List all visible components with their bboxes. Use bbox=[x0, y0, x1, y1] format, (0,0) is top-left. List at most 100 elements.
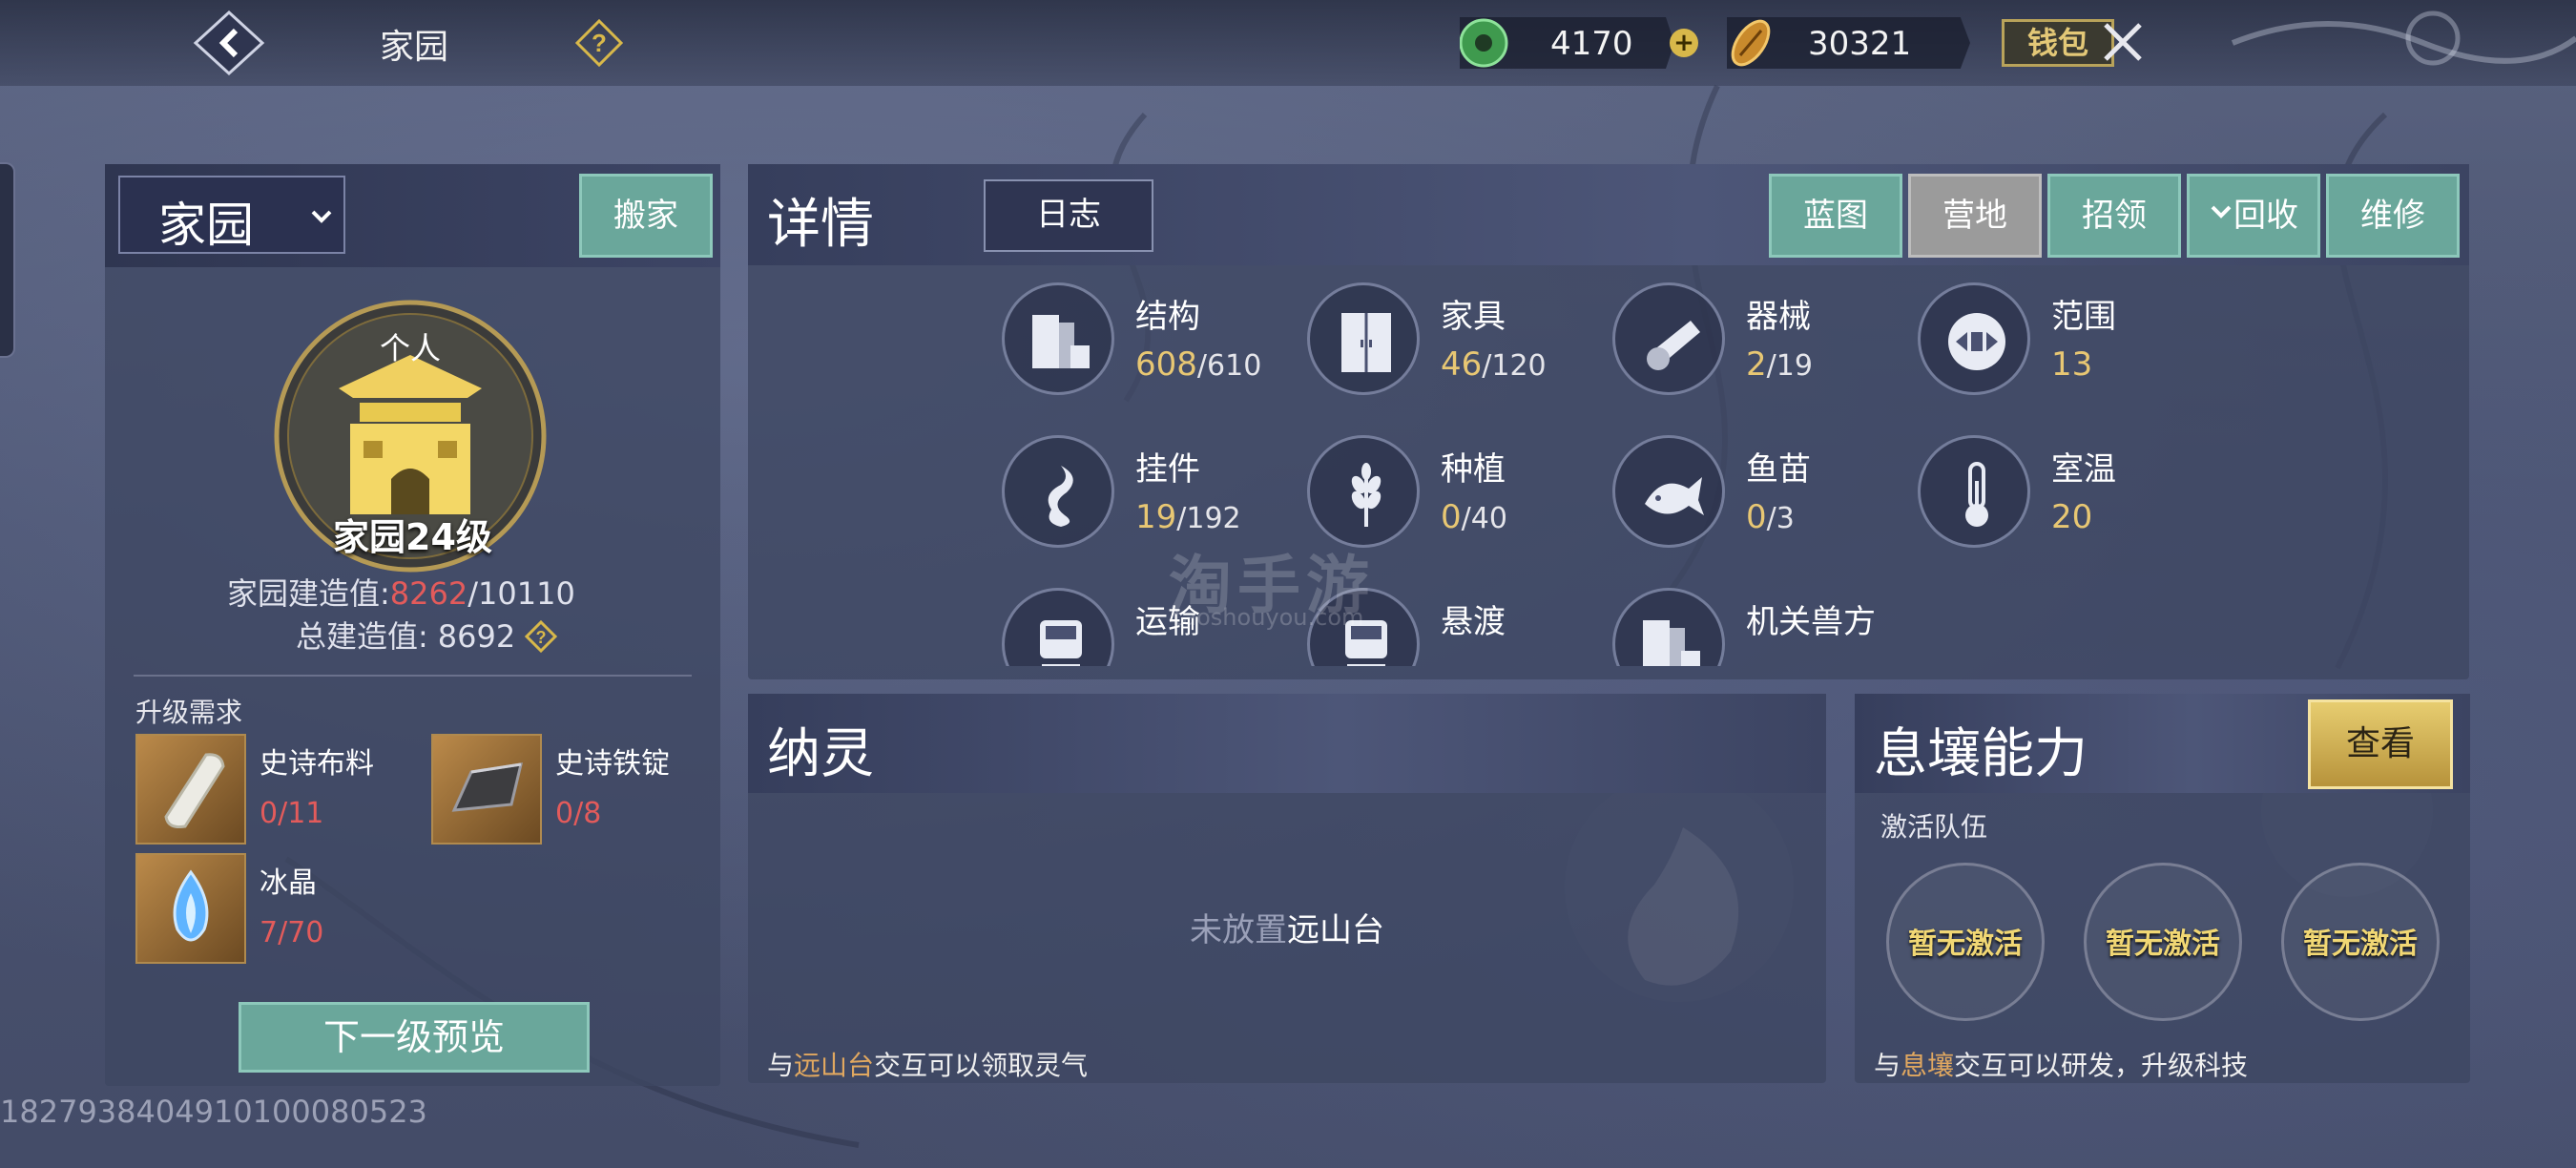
stat-current: 0 bbox=[1746, 498, 1767, 536]
build-value-max: /10110 bbox=[467, 575, 575, 612]
spirit-header: 纳灵 bbox=[748, 694, 1826, 793]
stat-mechanical-beast[interactable]: 机关兽方 bbox=[1612, 588, 1899, 666]
stat-machinery[interactable]: 器械 2/19 bbox=[1612, 282, 1899, 416]
building-blocks-icon bbox=[1643, 620, 1700, 666]
view-button[interactable]: 查看 bbox=[2308, 699, 2453, 789]
side-drawer-handle[interactable] bbox=[0, 162, 15, 358]
team-slot[interactable]: 暂无激活 bbox=[1886, 863, 2045, 1021]
stat-fry[interactable]: 鱼苗 0/3 bbox=[1612, 435, 1899, 569]
hint-prefix: 与 bbox=[1874, 1050, 1901, 1081]
coin-icon bbox=[1727, 17, 1778, 69]
stat-label: 器械 bbox=[1746, 298, 1811, 336]
spirit-empty-message: 未放置远山台 bbox=[748, 904, 1826, 950]
svg-text:?: ? bbox=[536, 628, 547, 647]
active-team-label: 激活队伍 bbox=[1880, 811, 1988, 843]
top-bar: 家园 ? 4170 + 30321 钱包 bbox=[0, 0, 2576, 86]
stat-max: /192 bbox=[1176, 502, 1241, 535]
item-name: 史诗铁锭 bbox=[555, 747, 670, 781]
hint-suffix: 交互可以研发，升级科技 bbox=[1954, 1050, 2249, 1081]
log-button[interactable]: 日志 bbox=[984, 179, 1153, 252]
team-slot[interactable]: 暂无激活 bbox=[2084, 863, 2242, 1021]
team-slot[interactable]: 暂无激活 bbox=[2281, 863, 2440, 1021]
total-build-value: 8692 bbox=[437, 618, 516, 655]
build-value-current: 8262 bbox=[389, 575, 468, 612]
move-home-button[interactable]: 搬家 bbox=[579, 174, 713, 258]
help-button[interactable]: ? bbox=[574, 18, 624, 68]
back-button[interactable] bbox=[191, 10, 267, 76]
stat-range[interactable]: 范围 13 bbox=[1918, 282, 2204, 416]
stat-label: 机关兽方 bbox=[1746, 603, 1876, 641]
stat-label: 挂件 bbox=[1135, 450, 1200, 489]
stat-temperature[interactable]: 室温 20 bbox=[1918, 435, 2204, 569]
stat-label: 室温 bbox=[2051, 450, 2116, 489]
user-id: 1827938404910100080523 bbox=[0, 1094, 427, 1130]
slot-status: 暂无激活 bbox=[2106, 928, 2220, 961]
stat-current: 0 bbox=[1441, 498, 1462, 536]
close-icon bbox=[2104, 23, 2142, 61]
building-blocks-icon bbox=[1032, 315, 1090, 368]
blueprint-button[interactable]: 蓝图 bbox=[1769, 174, 1902, 258]
stat-current: 2 bbox=[1746, 345, 1767, 384]
chevron-down-icon bbox=[311, 210, 332, 223]
stat-current: 19 bbox=[1135, 498, 1177, 536]
page-title: 家园 bbox=[380, 28, 449, 67]
stat-max: /120 bbox=[1482, 349, 1547, 383]
hint-prefix: 与 bbox=[767, 1050, 795, 1081]
wheat-icon bbox=[1351, 463, 1381, 527]
total-build-label: 总建造值: bbox=[296, 618, 428, 655]
stat-max: /40 bbox=[1461, 502, 1507, 535]
divider bbox=[134, 675, 692, 677]
epic-iron-ingot-icon bbox=[431, 734, 542, 845]
repair-button[interactable]: 维修 bbox=[2326, 174, 2460, 258]
claim-button[interactable]: 招领 bbox=[2047, 174, 2181, 258]
stat-value: 0/3 bbox=[1746, 498, 1795, 536]
camp-button[interactable]: 营地 bbox=[1908, 174, 2042, 258]
spirit-panel: 纳灵 未放置远山台 与远山台交互可以领取灵气 bbox=[748, 694, 1826, 1083]
svg-text:?: ? bbox=[592, 29, 607, 57]
range-icon bbox=[1948, 313, 2005, 370]
jade-amount: 4170 bbox=[1550, 25, 1633, 63]
slot-status: 暂无激活 bbox=[2303, 928, 2418, 961]
fish-icon bbox=[1645, 477, 1704, 515]
xirang-ability-panel: 息壤能力 查看 激活队伍 暂无激活 暂无激活 暂无激活 与息壤交互可以研发，升级… bbox=[1855, 694, 2470, 1083]
requirement-item[interactable]: 冰晶 7/70 bbox=[135, 853, 431, 968]
hint-link[interactable]: 息壤 bbox=[1901, 1050, 1954, 1081]
stat-value: 13 bbox=[2051, 345, 2092, 384]
item-count: 0/11 bbox=[260, 797, 324, 830]
jade-currency: 4170 bbox=[1460, 17, 1674, 69]
stat-max: /610 bbox=[1196, 349, 1262, 383]
requirement-item[interactable]: 史诗铁锭 0/8 bbox=[431, 734, 727, 848]
recycle-label: 回收 bbox=[2233, 197, 2298, 235]
spirit-title: 纳灵 bbox=[767, 723, 874, 785]
next-level-preview-button[interactable]: 下一级预览 bbox=[239, 1002, 590, 1073]
recycle-dropdown-button[interactable]: 回收 bbox=[2187, 174, 2320, 258]
cannon-icon bbox=[1647, 321, 1700, 370]
upgrade-requirements-title: 升级需求 bbox=[135, 697, 243, 728]
stat-value: 0/40 bbox=[1441, 498, 1507, 536]
ability-title: 息壤能力 bbox=[1874, 723, 2088, 785]
details-title: 详情 bbox=[767, 194, 874, 256]
stat-label: 种植 bbox=[1441, 450, 1506, 489]
train-icon bbox=[1040, 620, 1082, 666]
ice-crystal-icon bbox=[135, 853, 246, 964]
close-button[interactable] bbox=[2094, 13, 2151, 71]
chevron-down-icon bbox=[2211, 205, 2232, 219]
epic-cloth-icon bbox=[135, 734, 246, 845]
stat-max: /19 bbox=[1766, 349, 1813, 383]
stat-furniture[interactable]: 家具 46/120 bbox=[1307, 282, 1593, 416]
stat-label: 悬渡 bbox=[1441, 603, 1506, 641]
question-icon[interactable]: ? bbox=[525, 619, 558, 654]
add-jade-button[interactable]: + bbox=[1670, 29, 1698, 57]
stat-label: 结构 bbox=[1135, 298, 1200, 336]
item-name: 史诗布料 bbox=[260, 747, 374, 781]
stat-label: 鱼苗 bbox=[1746, 450, 1811, 489]
hint-link[interactable]: 远山台 bbox=[794, 1050, 874, 1081]
home-selector-dropdown[interactable]: 家园 bbox=[118, 176, 345, 254]
details-header: 详情 日志 蓝图 营地 招领 回收 维修 bbox=[748, 164, 2469, 265]
stat-structure[interactable]: 结构 608/610 bbox=[1002, 282, 1288, 416]
wardrobe-icon bbox=[1341, 313, 1391, 372]
requirement-item[interactable]: 史诗布料 0/11 bbox=[135, 734, 431, 848]
stat-value: 46/120 bbox=[1441, 345, 1547, 384]
build-value-row: 家园建造值:8262/10110 bbox=[227, 570, 575, 614]
slot-status: 暂无激活 bbox=[1908, 928, 2023, 961]
